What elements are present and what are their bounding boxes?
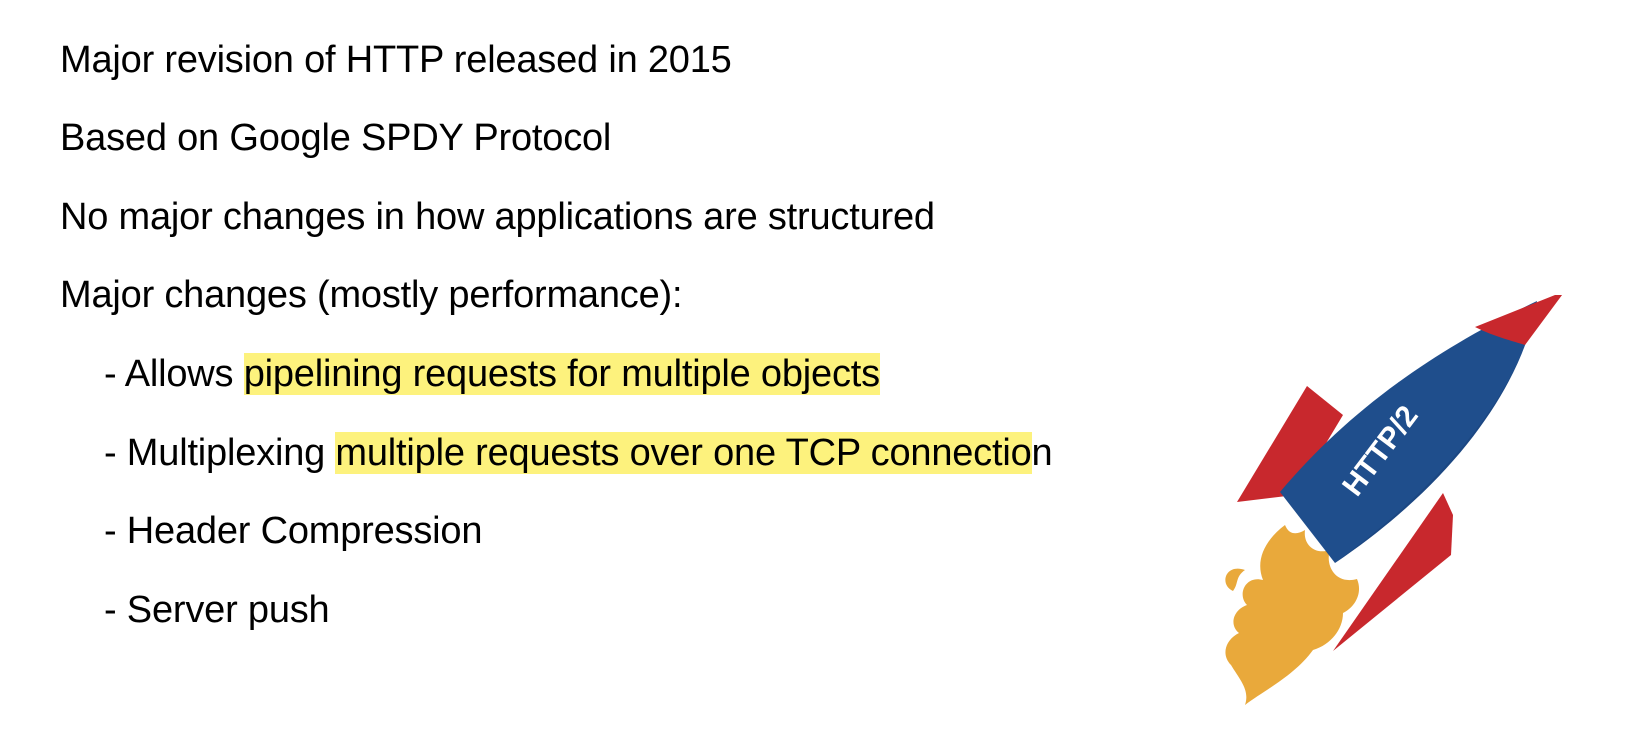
line-spdy: Based on Google SPDY Protocol xyxy=(60,117,612,159)
bullet-header-compression: - Header Compression xyxy=(104,507,482,555)
bullet-pipelining: - Allows pipelining requests for multipl… xyxy=(104,350,880,398)
rocket-icon: HTTP/2 xyxy=(1225,295,1563,705)
bullet-server-push: - Server push xyxy=(104,586,330,634)
bullet-prefix: - Header Compression xyxy=(104,510,483,552)
line-no-changes: No major changes in how applications are… xyxy=(60,196,935,238)
slide: Major revision of HTTP released in 2015 … xyxy=(0,0,1650,730)
bullet-prefix: - Server push xyxy=(104,589,330,631)
highlighted-text: multiple requests over one TCP connectio xyxy=(335,432,1032,474)
bullet-suffix: n xyxy=(1031,432,1053,474)
bullet-multiplexing: - Multiplexing multiple requests over on… xyxy=(104,429,1053,477)
line-revision: Major revision of HTTP released in 2015 xyxy=(60,39,732,81)
bullet-prefix: - Multiplexing xyxy=(104,432,336,474)
highlighted-text: pipelining requests for multiple objects xyxy=(243,353,880,395)
bullet-prefix: - Allows xyxy=(104,353,244,395)
line-major-changes: Major changes (mostly performance): xyxy=(60,274,683,316)
